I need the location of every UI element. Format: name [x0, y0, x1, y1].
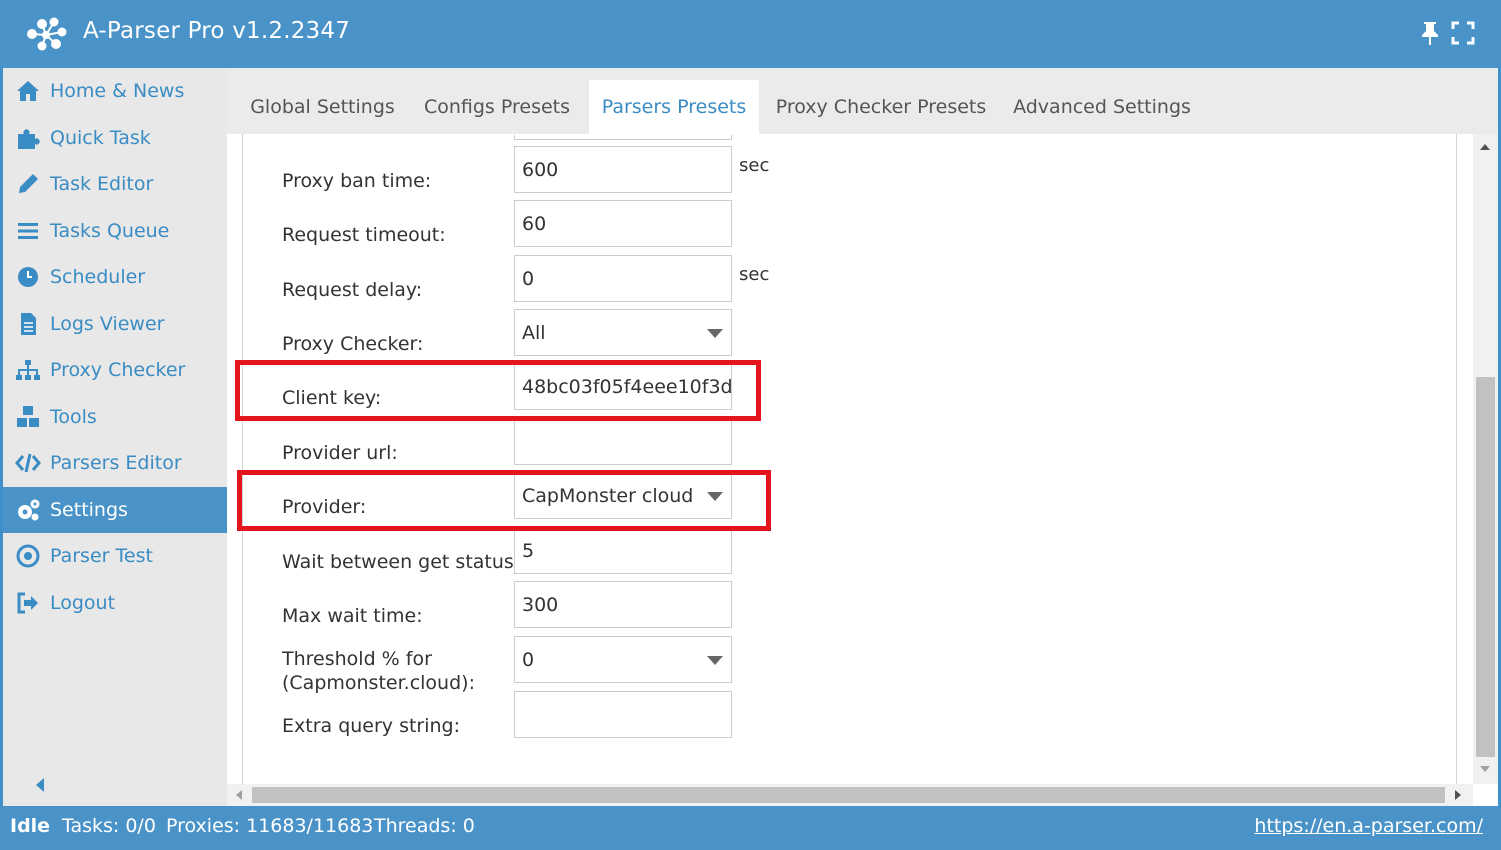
- sidebar-item-label: Task Editor: [50, 173, 154, 195]
- app-title: A-Parser Pro v1.2.2347: [83, 18, 351, 44]
- settings-tabs: Global Settings Configs Presets Parsers …: [227, 68, 1498, 134]
- sidebar-item-tasks-queue[interactable]: Tasks Queue: [3, 208, 227, 254]
- status-proxies: Proxies: 11683/11683: [166, 815, 374, 837]
- proxy-checker-value: All: [522, 321, 546, 344]
- request-timeout-input[interactable]: 60: [514, 200, 732, 247]
- provider-select[interactable]: CapMonster cloud: [514, 472, 732, 519]
- cubes-icon: [13, 402, 43, 432]
- sidebar: Home & News Quick Task Task Editor Tasks…: [3, 68, 227, 806]
- chevron-down-icon: [707, 656, 723, 665]
- sidebar-item-logout[interactable]: Logout: [3, 580, 227, 626]
- list-icon: [13, 216, 43, 246]
- scroll-up-icon[interactable]: [1480, 144, 1490, 150]
- status-tasks: Tasks: 0/0: [62, 815, 156, 837]
- request-delay-unit: sec: [739, 264, 770, 285]
- sidebar-item-logs-viewer[interactable]: Logs Viewer: [3, 301, 227, 347]
- provider-url-label: Provider url:: [282, 442, 398, 464]
- proxy-ban-time-unit: sec: [739, 155, 770, 176]
- proxy-ban-time-input[interactable]: 600: [514, 146, 732, 193]
- sidebar-item-proxy-checker[interactable]: Proxy Checker: [3, 347, 227, 393]
- main-content: Global Settings Configs Presets Parsers …: [227, 68, 1498, 806]
- clock-icon: [13, 262, 43, 292]
- tab-proxy-checker-presets[interactable]: Proxy Checker Presets: [769, 80, 993, 134]
- threshold-label: Threshold % for (Capmonster.cloud):: [282, 647, 475, 695]
- provider-url-input[interactable]: [514, 418, 732, 465]
- status-bar: Idle Tasks: 0/0 Proxies: 11683/11683 Thr…: [0, 806, 1501, 850]
- sitemap-icon: [13, 355, 43, 385]
- sidebar-item-label: Tasks Queue: [50, 220, 170, 242]
- tab-configs-presets[interactable]: Configs Presets: [415, 80, 579, 134]
- tab-parsers-presets[interactable]: Parsers Presets: [589, 80, 759, 134]
- extra-query-input[interactable]: [514, 691, 732, 738]
- sidebar-item-home[interactable]: Home & News: [3, 68, 227, 114]
- max-wait-input[interactable]: 300: [514, 581, 732, 628]
- collapse-sidebar-icon[interactable]: [33, 776, 47, 794]
- provider-value: CapMonster cloud: [522, 484, 694, 507]
- scroll-down-icon[interactable]: [1480, 766, 1490, 772]
- threshold-value: 0: [522, 648, 535, 671]
- tab-global-settings[interactable]: Global Settings: [240, 80, 405, 134]
- status-state: Idle: [10, 815, 51, 837]
- sidebar-item-tools[interactable]: Tools: [3, 394, 227, 440]
- app-header: A-Parser Pro v1.2.2347: [0, 0, 1501, 68]
- code-icon: [13, 448, 43, 478]
- pencil-icon: [13, 169, 43, 199]
- sidebar-item-label: Home & News: [50, 80, 185, 102]
- threshold-label-line2: (Capmonster.cloud):: [282, 672, 475, 694]
- sidebar-item-label: Parsers Editor: [50, 452, 182, 474]
- client-key-input[interactable]: 48bc03f05f4eee10f3d6: [514, 363, 732, 410]
- vertical-scroll-thumb[interactable]: [1476, 377, 1495, 757]
- chevron-down-icon: [707, 492, 723, 501]
- settings-scroll-area: Proxy ban time: 600 sec Request timeout:…: [227, 134, 1473, 784]
- sidebar-item-parser-test[interactable]: Parser Test: [3, 533, 227, 579]
- horizontal-scrollbar[interactable]: [227, 784, 1473, 806]
- proxy-checker-label: Proxy Checker:: [282, 333, 424, 355]
- scroll-right-icon[interactable]: [1455, 790, 1461, 800]
- partial-field: [514, 135, 732, 140]
- client-key-label: Client key:: [282, 387, 382, 409]
- wait-between-input[interactable]: 5: [514, 527, 732, 574]
- sidebar-item-label: Logs Viewer: [50, 313, 165, 335]
- app-logo-icon: [27, 17, 67, 51]
- sidebar-item-parsers-editor[interactable]: Parsers Editor: [3, 440, 227, 486]
- proxy-checker-select[interactable]: All: [514, 309, 732, 356]
- home-icon: [13, 76, 43, 106]
- puzzle-icon: [13, 123, 43, 153]
- logout-icon: [13, 588, 43, 618]
- fullscreen-icon[interactable]: [1451, 20, 1475, 46]
- scroll-left-icon[interactable]: [236, 790, 242, 800]
- website-link[interactable]: https://en.a-parser.com/: [1254, 815, 1483, 837]
- sidebar-item-label: Quick Task: [50, 127, 151, 149]
- max-wait-label: Max wait time:: [282, 605, 423, 627]
- threshold-label-line1: Threshold % for: [282, 648, 432, 670]
- sidebar-item-label: Proxy Checker: [50, 359, 186, 381]
- sidebar-item-label: Parser Test: [50, 545, 153, 567]
- pin-icon[interactable]: [1418, 20, 1442, 46]
- request-delay-input[interactable]: 0: [514, 255, 732, 302]
- sidebar-item-label: Settings: [50, 499, 128, 521]
- document-icon: [13, 309, 43, 339]
- sidebar-item-label: Logout: [50, 592, 116, 614]
- threshold-select[interactable]: 0: [514, 636, 732, 683]
- vertical-scrollbar[interactable]: [1473, 134, 1498, 784]
- extra-query-label: Extra query string:: [282, 715, 461, 737]
- sidebar-item-quick-task[interactable]: Quick Task: [3, 115, 227, 161]
- tab-advanced-settings[interactable]: Advanced Settings: [1007, 80, 1197, 134]
- request-timeout-label: Request timeout:: [282, 224, 446, 246]
- proxy-ban-time-label: Proxy ban time:: [282, 170, 432, 192]
- sidebar-item-task-editor[interactable]: Task Editor: [3, 161, 227, 207]
- chevron-down-icon: [707, 329, 723, 338]
- sidebar-item-scheduler[interactable]: Scheduler: [3, 254, 227, 300]
- sidebar-item-label: Tools: [50, 406, 97, 428]
- sidebar-item-label: Scheduler: [50, 266, 146, 288]
- wait-between-label: Wait between get status:: [282, 551, 521, 573]
- parser-settings-panel: Proxy ban time: 600 sec Request timeout:…: [235, 134, 1457, 784]
- sidebar-item-settings[interactable]: Settings: [3, 487, 227, 533]
- horizontal-scroll-thumb[interactable]: [252, 787, 1445, 803]
- status-threads: Threads: 0: [374, 815, 475, 837]
- target-icon: [13, 541, 43, 571]
- gears-icon: [13, 495, 43, 525]
- request-delay-label: Request delay:: [282, 279, 423, 301]
- provider-label: Provider:: [282, 496, 367, 518]
